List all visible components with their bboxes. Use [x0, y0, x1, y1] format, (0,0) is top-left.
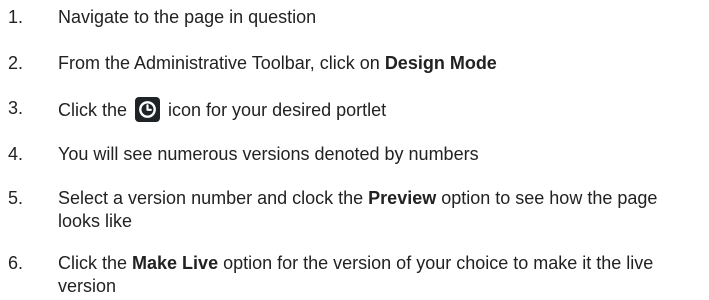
- step-text: Navigate to the page in question: [58, 6, 709, 29]
- step-3: 3. Click the icon for your desired portl…: [0, 97, 709, 122]
- step-number: 3.: [8, 98, 24, 118]
- step-text-plain: Navigate to the page in question: [58, 7, 317, 27]
- design-mode-label: Design Mode: [384, 53, 497, 73]
- make-live-label: Make Live: [132, 253, 219, 273]
- step-text: From the Administrative Toolbar, click o…: [58, 52, 709, 75]
- step-6: 6. Click the Make Live option for the ve…: [0, 252, 709, 298]
- step-text: Select a version number and clock the Pr…: [58, 187, 709, 233]
- step-text: Click the Make Live option for the versi…: [58, 252, 709, 298]
- step-number: 1.: [8, 7, 24, 27]
- step-number: 4.: [8, 144, 24, 164]
- step-text-plain: You will see numerous versions denoted b…: [58, 144, 479, 164]
- step-number: 2.: [8, 53, 24, 73]
- preview-label: Preview: [368, 188, 437, 208]
- step-number: 5.: [8, 188, 24, 208]
- step-5: 5. Select a version number and clock the…: [0, 187, 709, 233]
- step-text-after: icon for your desired portlet: [163, 100, 387, 120]
- step-text-before: Click the: [58, 100, 133, 120]
- step-4: 4. You will see numerous versions denote…: [0, 143, 709, 166]
- step-text-before: From the Administrative Toolbar, click o…: [58, 53, 385, 73]
- step-2: 2. From the Administrative Toolbar, clic…: [0, 52, 709, 75]
- step-text: You will see numerous versions denoted b…: [58, 143, 709, 166]
- step-text-before: Click the: [58, 253, 133, 273]
- clock-history-icon: [135, 97, 161, 122]
- step-1: 1. Navigate to the page in question: [0, 6, 709, 29]
- step-number: 6.: [8, 253, 24, 273]
- step-text: Click the icon for your desired portlet: [58, 97, 709, 122]
- step-text-before: Select a version number and clock the: [58, 188, 369, 208]
